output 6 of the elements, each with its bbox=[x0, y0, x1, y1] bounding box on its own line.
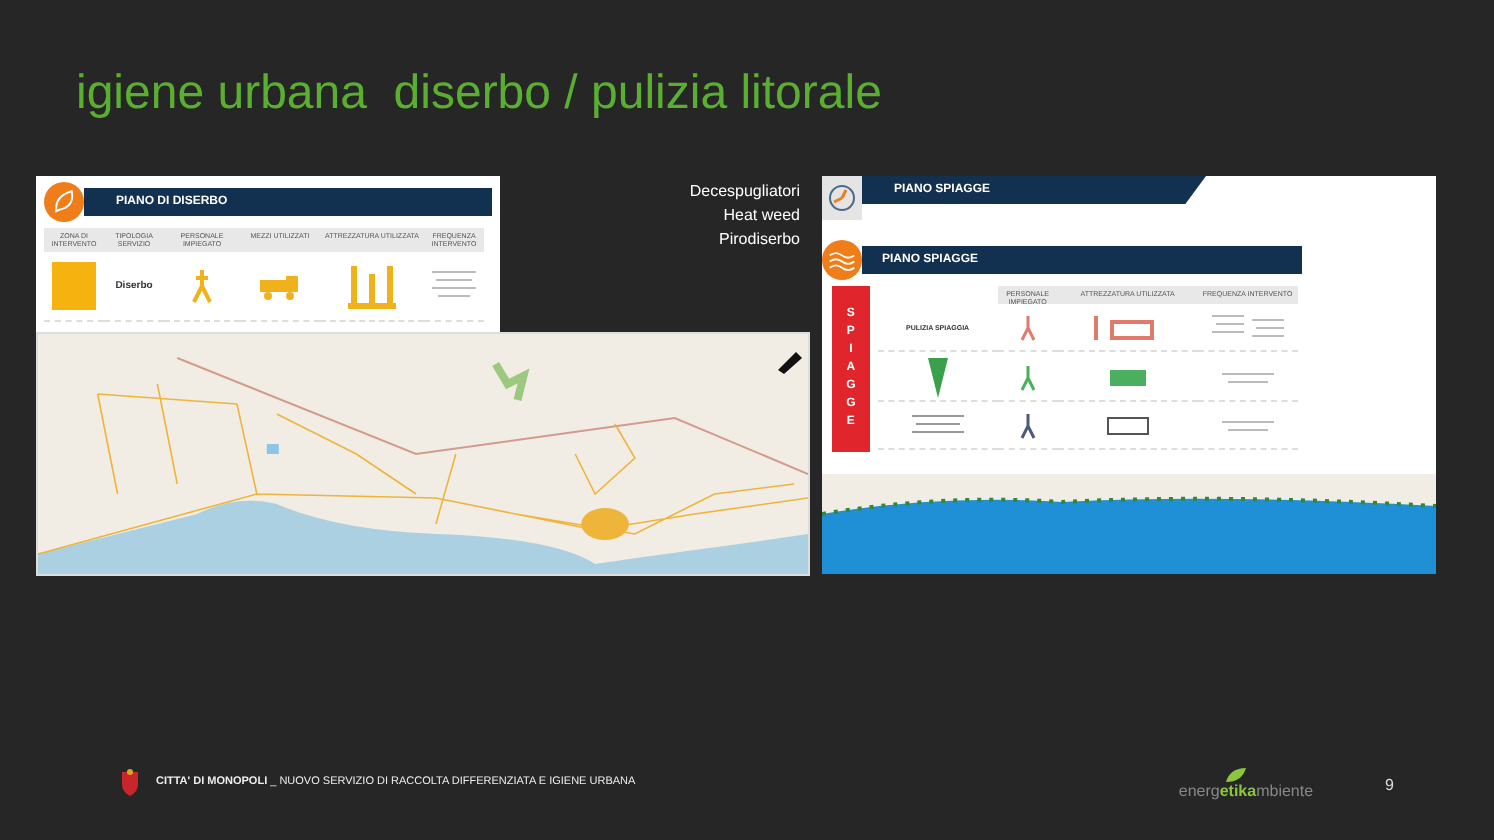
note-text: Heat weed bbox=[723, 204, 800, 228]
page-number: 9 bbox=[1385, 775, 1394, 793]
note-text: Pirodiserbo bbox=[719, 228, 800, 252]
logo: energetikambiente bbox=[1178, 768, 1314, 800]
note-text: Decespugliatori bbox=[689, 180, 800, 204]
slide-title: igiene urbana diserbo / pulizia litorale bbox=[76, 66, 884, 122]
